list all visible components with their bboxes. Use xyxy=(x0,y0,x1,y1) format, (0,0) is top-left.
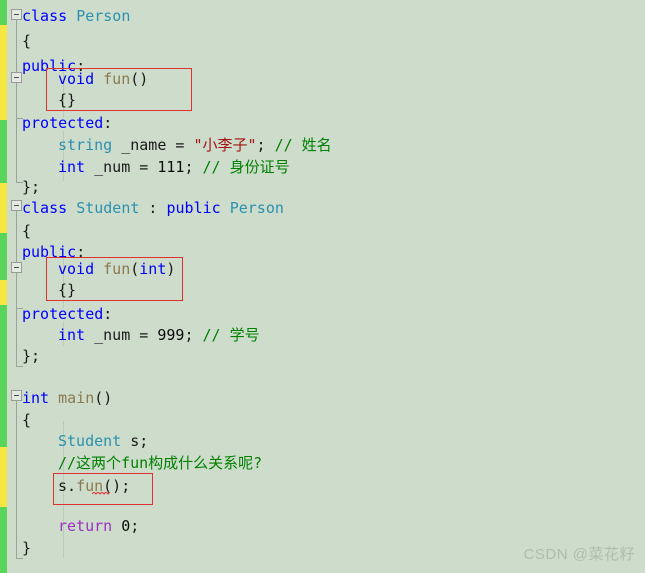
code-token-num: 111 xyxy=(157,158,185,176)
code-token-op: = xyxy=(139,158,149,176)
error-squiggle-fun-call xyxy=(92,491,110,495)
line-main-call-fun[interactable]: s.fun(); xyxy=(58,474,130,499)
code-token-kw: int xyxy=(139,260,167,278)
code-token-type: string xyxy=(58,136,113,154)
code-token-op: : xyxy=(103,305,113,323)
code-token-fn: main xyxy=(58,389,95,407)
code-editor[interactable]: class Person{public: void fun(){} protecte… xyxy=(0,0,645,573)
code-token-op xyxy=(193,158,202,176)
code-token-op xyxy=(193,326,202,344)
line-student-close[interactable]: }; xyxy=(22,344,40,369)
line-person-open-brace[interactable]: { xyxy=(22,29,31,54)
code-token-op: = xyxy=(139,326,149,344)
code-token-op: . xyxy=(67,477,77,495)
code-token-kw: void xyxy=(58,70,95,88)
line-student-fun-body[interactable]: {} xyxy=(58,278,76,303)
code-token-cmt: //这两个fun构成什么关系呢? xyxy=(58,454,263,472)
code-token-op xyxy=(67,199,76,217)
code-token-op xyxy=(94,260,103,278)
code-token-op: {} xyxy=(58,91,77,109)
code-token-kw: int xyxy=(58,158,86,176)
code-token-op xyxy=(49,389,58,407)
line-student-num[interactable]: int _num = 999; // 学号 xyxy=(58,323,260,348)
line-main-comment[interactable]: //这两个fun构成什么关系呢? xyxy=(58,451,262,476)
line-person-fun-body[interactable]: {} xyxy=(58,88,76,113)
code-token-cmt: // 姓名 xyxy=(274,136,332,154)
code-token-kw: int xyxy=(22,389,50,407)
code-token-fn: fun xyxy=(103,70,131,88)
code-token-id: _num xyxy=(85,326,140,344)
code-token-op xyxy=(221,199,230,217)
code-token-kw: public xyxy=(166,199,221,217)
line-person-num[interactable]: int _num = 111; // 身份证号 xyxy=(58,155,290,180)
code-token-op: ) xyxy=(166,260,176,278)
code-token-op: {} xyxy=(58,281,77,299)
code-token-op xyxy=(67,7,76,25)
csdn-watermark: CSDN @菜花籽 xyxy=(523,546,635,563)
code-token-kw: class xyxy=(22,199,68,217)
code-token-cmt: // 身份证号 xyxy=(202,158,290,176)
code-token-op: : xyxy=(139,199,167,217)
line-main-open-brace[interactable]: { xyxy=(22,408,31,433)
code-token-op: ( xyxy=(130,260,140,278)
code-token-op: () xyxy=(130,70,149,88)
code-token-op: : xyxy=(103,114,113,132)
code-token-op xyxy=(148,158,157,176)
line-class-person[interactable]: class Person xyxy=(22,4,130,29)
code-token-op: { xyxy=(22,222,32,240)
code-token-op: { xyxy=(22,32,32,50)
code-token-kw: void xyxy=(58,260,95,278)
code-token-op: ; xyxy=(256,136,266,154)
code-token-str: "小李子" xyxy=(193,136,257,154)
code-token-kw: class xyxy=(22,7,68,25)
line-class-student[interactable]: class Student : public Person xyxy=(22,196,284,221)
code-token-cmt: // 学号 xyxy=(202,326,260,344)
code-token-op: ; xyxy=(130,517,140,535)
code-token-op xyxy=(148,326,157,344)
code-token-op: }; xyxy=(22,178,41,196)
code-token-kw: protected xyxy=(22,305,104,323)
code-token-kw: int xyxy=(58,326,86,344)
code-token-type: Person xyxy=(76,7,131,25)
code-surface[interactable]: class Person{public: void fun(){} protecte… xyxy=(0,0,645,573)
code-token-op: () xyxy=(94,389,113,407)
code-token-op: { xyxy=(22,411,32,429)
code-token-type: Student xyxy=(58,432,122,450)
code-token-kw: protected xyxy=(22,114,104,132)
code-token-id: _num xyxy=(85,158,140,176)
code-token-op xyxy=(94,70,103,88)
code-token-id: s xyxy=(121,432,140,450)
line-main-decl[interactable]: int main() xyxy=(22,386,112,411)
code-token-op: } xyxy=(22,539,32,557)
line-main-close-brace[interactable]: } xyxy=(22,536,31,561)
code-token-type: Person xyxy=(229,199,284,217)
code-token-ret: return xyxy=(58,517,113,535)
code-token-op xyxy=(112,517,121,535)
code-token-id: s xyxy=(58,477,68,495)
code-token-op: ; xyxy=(139,432,149,450)
code-token-fn: fun xyxy=(103,260,131,278)
code-token-op: }; xyxy=(22,347,41,365)
code-token-num: 999 xyxy=(157,326,185,344)
code-token-num: 0 xyxy=(121,517,131,535)
code-token-op xyxy=(266,136,275,154)
code-token-type: Student xyxy=(76,199,140,217)
line-main-return[interactable]: return 0; xyxy=(58,514,139,539)
code-token-id: _name xyxy=(112,136,176,154)
